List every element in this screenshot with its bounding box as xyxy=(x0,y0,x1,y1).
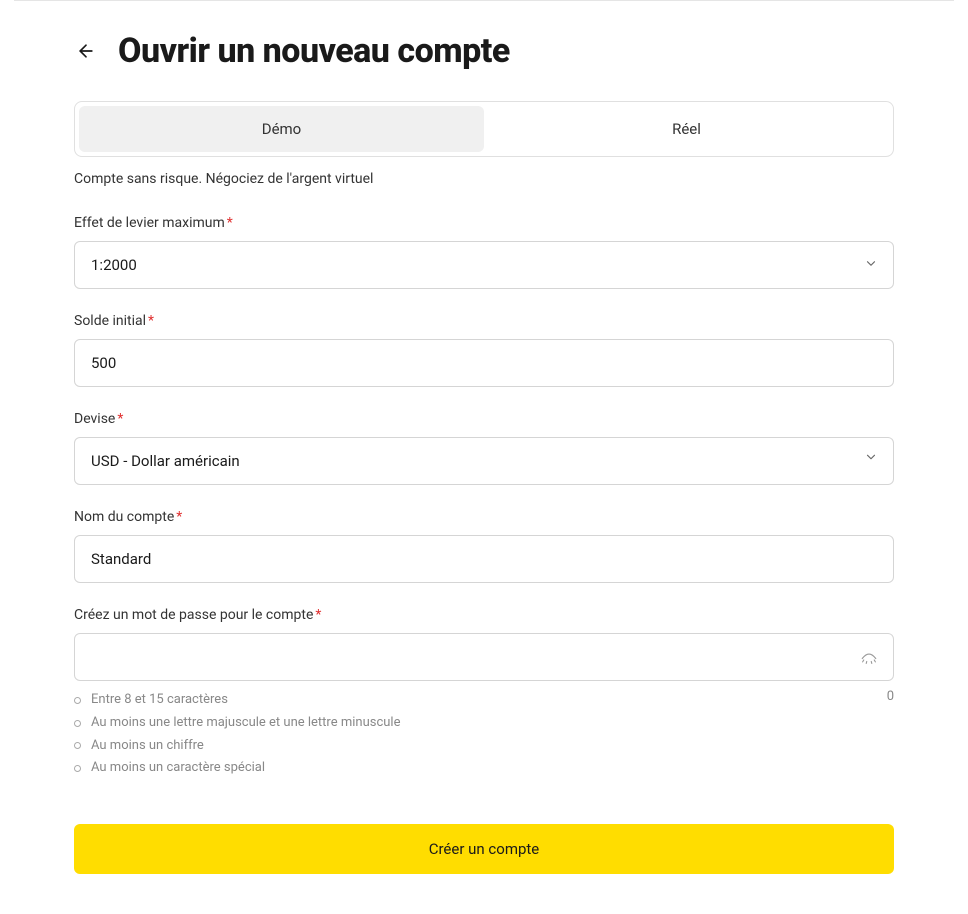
account-name-group: Nom du compte* xyxy=(74,509,894,583)
initial-balance-group: Solde initial* xyxy=(74,313,894,387)
password-req-item: Au moins une lettre majuscule et une let… xyxy=(74,712,400,735)
tab-demo[interactable]: Démo xyxy=(79,106,484,152)
password-input[interactable] xyxy=(74,633,894,681)
password-char-count: 0 xyxy=(887,689,894,704)
eye-closed-icon[interactable] xyxy=(860,648,878,666)
page-title: Ouvrir un nouveau compte xyxy=(118,31,510,71)
account-name-label: Nom du compte* xyxy=(74,509,894,525)
open-account-page: Ouvrir un nouveau compte Démo Réel Compt… xyxy=(14,0,954,914)
password-req-item: Entre 8 et 15 caractères xyxy=(74,689,400,712)
tab-description: Compte sans risque. Négociez de l'argent… xyxy=(74,171,894,187)
leverage-value[interactable] xyxy=(74,241,894,289)
page-header: Ouvrir un nouveau compte xyxy=(74,31,894,71)
tab-reel[interactable]: Réel xyxy=(484,106,889,152)
leverage-select[interactable] xyxy=(74,241,894,289)
currency-label: Devise* xyxy=(74,411,894,427)
password-req-item: Au moins un caractère spécial xyxy=(74,757,400,780)
back-arrow-icon[interactable] xyxy=(74,39,98,63)
create-account-button[interactable]: Créer un compte xyxy=(74,824,894,874)
currency-value[interactable] xyxy=(74,437,894,485)
leverage-group: Effet de levier maximum* xyxy=(74,215,894,289)
password-requirements-row: Entre 8 et 15 caractères Au moins une le… xyxy=(74,689,894,780)
password-group: Créez un mot de passe pour le compte* En… xyxy=(74,607,894,780)
leverage-label: Effet de levier maximum* xyxy=(74,215,894,231)
initial-balance-label: Solde initial* xyxy=(74,313,894,329)
currency-group: Devise* xyxy=(74,411,894,485)
password-requirements: Entre 8 et 15 caractères Au moins une le… xyxy=(74,689,400,780)
currency-select[interactable] xyxy=(74,437,894,485)
account-type-tabs: Démo Réel xyxy=(74,101,894,157)
password-req-item: Au moins un chiffre xyxy=(74,735,400,758)
password-label: Créez un mot de passe pour le compte* xyxy=(74,607,894,623)
account-name-input[interactable] xyxy=(74,535,894,583)
initial-balance-input[interactable] xyxy=(74,339,894,387)
